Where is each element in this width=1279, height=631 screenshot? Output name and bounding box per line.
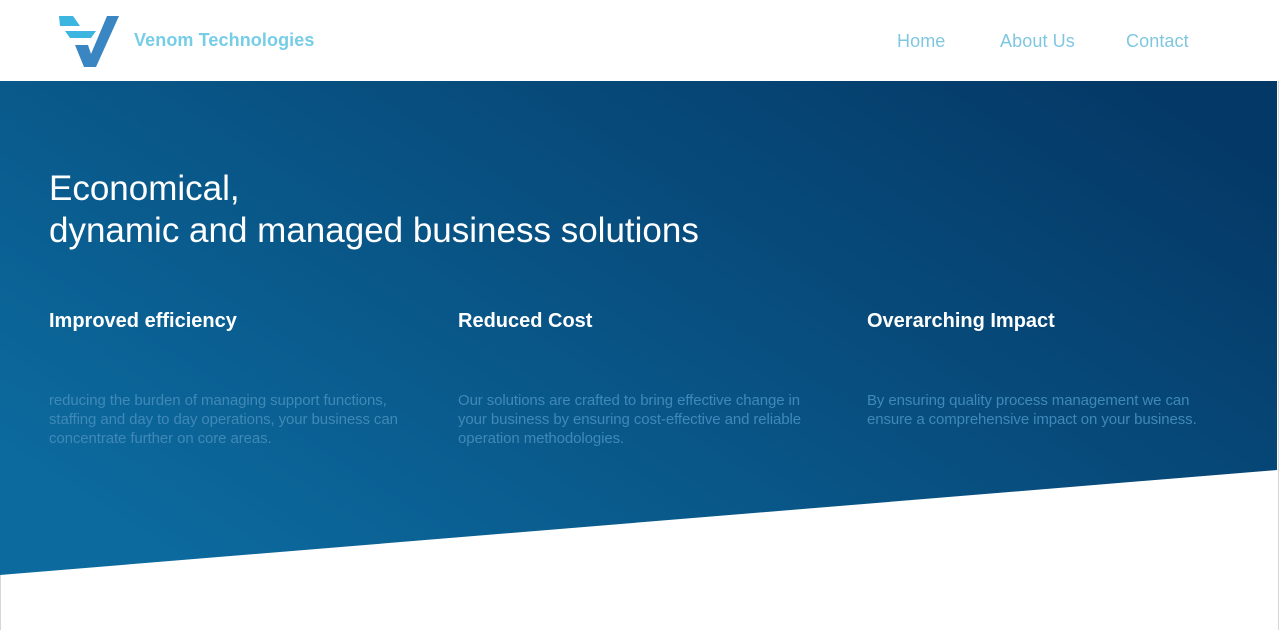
feature-title: Overarching Impact [867,310,1055,332]
feature-reduced-cost: Reduced Cost Our solutions are crafted t… [458,309,830,447]
nav-link-home[interactable]: Home [897,31,945,52]
hero-headline-line-2: dynamic and managed business solutions [49,211,699,250]
nav-link-about-us[interactable]: About Us [1000,31,1075,52]
feature-title: Reduced Cost [458,310,593,332]
feature-overarching-impact: Overarching Impact By ensuring quality p… [867,309,1227,428]
hero-headline: Economical, dynamic and managed business… [49,168,699,252]
feature-description: By ensuring quality process management w… [867,392,1197,428]
nav-link-contact[interactable]: Contact [1126,31,1189,52]
hero-headline-line-1: Economical, [49,169,240,208]
site-header: Venom Technologies Home About Us Contact [0,0,1279,81]
feature-description: reducing the burden of managing support … [49,392,398,447]
main-nav: Home About Us Contact [0,31,1279,55]
feature-title: Improved efficiency [49,310,237,332]
feature-description: Our solutions are crafted to bring effec… [458,392,801,447]
hero-section: Economical, dynamic and managed business… [0,81,1277,575]
feature-improved-efficiency: Improved efficiency reducing the burden … [49,309,421,447]
